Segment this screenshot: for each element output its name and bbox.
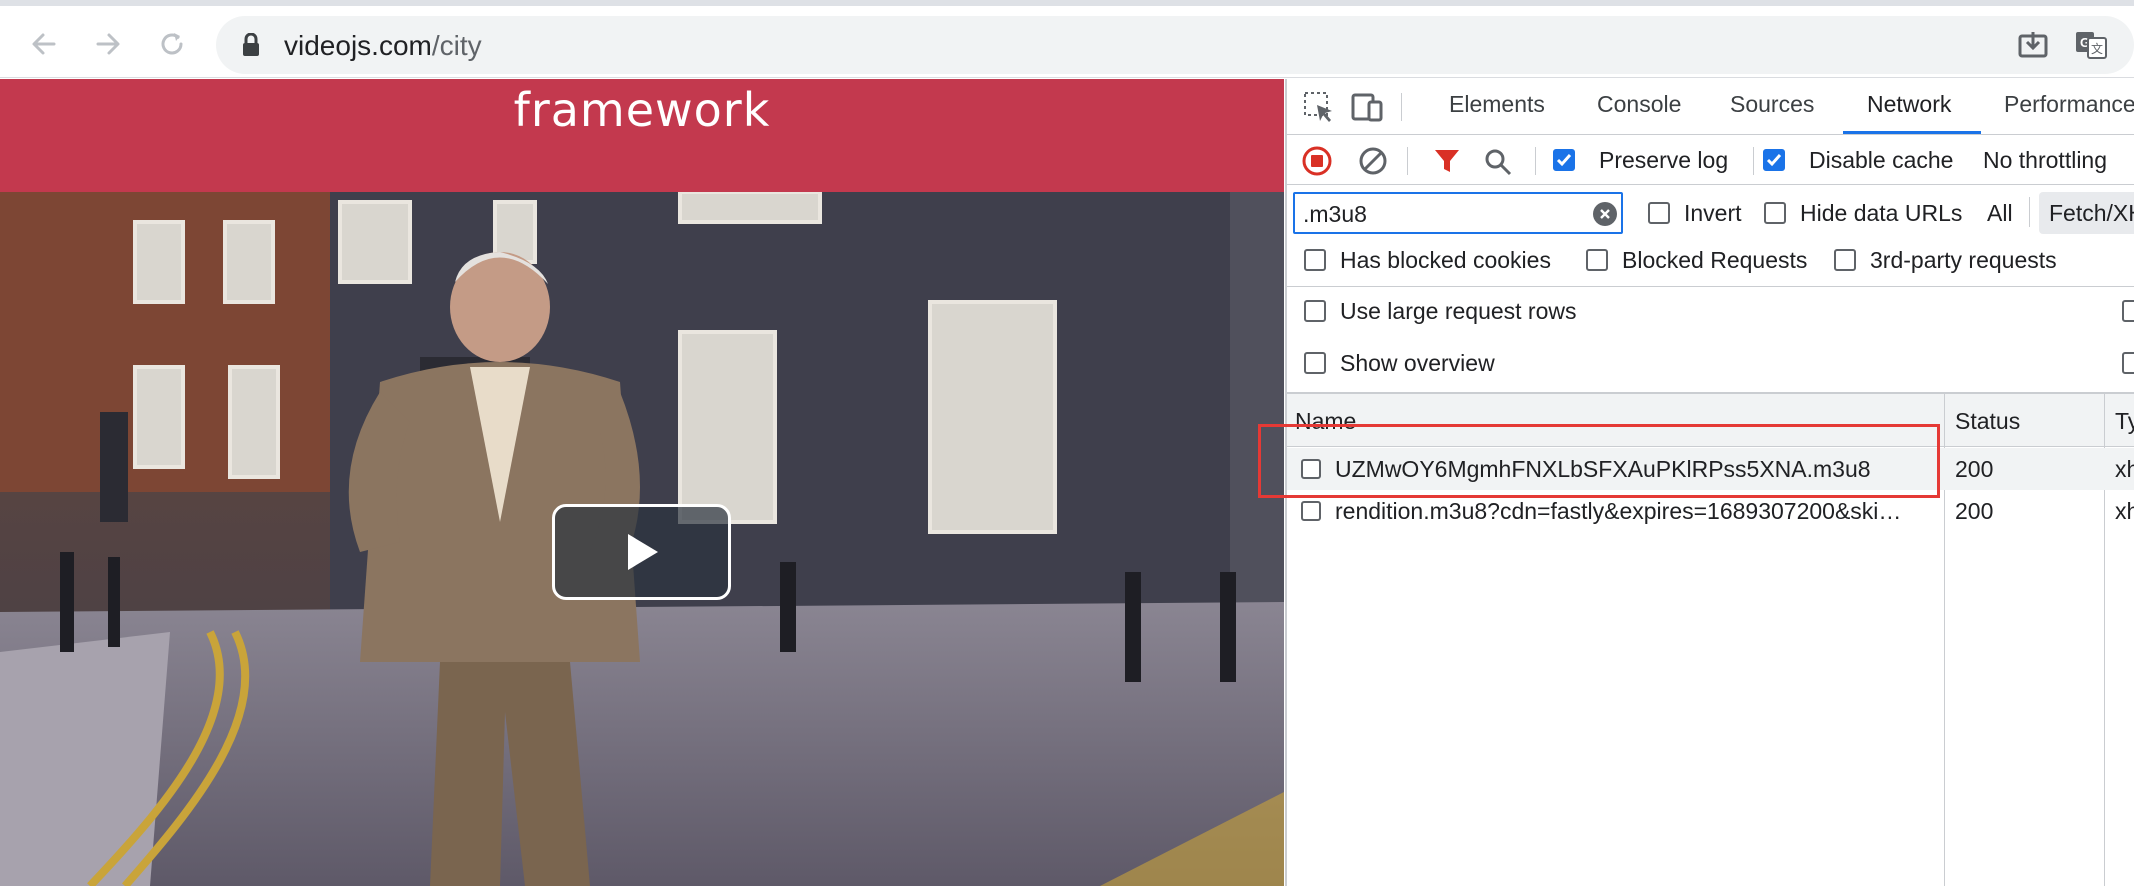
request-status: 200 (1955, 498, 1994, 524)
third-party-requests-label[interactable]: 3rd-party requests (1870, 247, 2057, 274)
options-divider (1287, 286, 2134, 287)
filter-input[interactable] (1293, 192, 1623, 234)
hide-data-urls-checkbox[interactable] (1764, 202, 1786, 224)
tab-sources[interactable]: Sources (1730, 91, 1814, 118)
address-bar[interactable]: videojs.com/city G文 (216, 16, 2134, 74)
preserve-log-checkbox[interactable] (1553, 149, 1575, 171)
filter-text-field[interactable] (1303, 201, 1583, 228)
web-page: framework (0, 79, 1284, 886)
show-overview-checkbox[interactable] (1304, 352, 1326, 374)
large-rows-label[interactable]: Use large request rows (1340, 298, 1577, 325)
column-type[interactable]: Ty (2115, 408, 2134, 435)
tab-console[interactable]: Console (1597, 91, 1681, 118)
clear-icon[interactable] (1357, 145, 1389, 182)
device-toolbar-icon[interactable] (1349, 89, 1385, 125)
blocked-requests-checkbox[interactable] (1586, 249, 1608, 271)
settings-checkbox-right-2[interactable] (2122, 352, 2134, 374)
url-path: /city (431, 30, 482, 61)
has-blocked-cookies-label[interactable]: Has blocked cookies (1340, 247, 1551, 274)
invert-label[interactable]: Invert (1684, 200, 1742, 227)
tab-performance[interactable]: Performance (2004, 91, 2134, 118)
page-banner: framework (0, 79, 1284, 192)
back-arrow-icon[interactable] (24, 24, 64, 64)
settings-checkbox-right-1[interactable] (2122, 300, 2134, 322)
active-tab-indicator (1843, 131, 1981, 134)
inspect-element-icon[interactable] (1301, 89, 1337, 125)
fetch-xhr-label: Fetch/XH (2049, 200, 2134, 226)
highlight-annotation-box (1258, 424, 1940, 498)
forward-arrow-icon[interactable] (88, 24, 128, 64)
translate-icon[interactable]: G文 (2074, 28, 2108, 62)
browser-toolbar: videojs.com/city G文 (0, 6, 2134, 78)
play-icon (627, 534, 658, 570)
search-icon[interactable] (1483, 147, 1513, 182)
banner-title: framework (513, 83, 771, 137)
filter-divider (2029, 197, 2030, 227)
toolbar-divider-2 (1535, 147, 1536, 175)
request-type: xh (2115, 498, 2134, 524)
hide-data-urls-label[interactable]: Hide data URLs (1800, 200, 1962, 227)
toolbar-divider (1407, 147, 1408, 175)
column-status[interactable]: Status (1955, 408, 2020, 435)
invert-checkbox[interactable] (1648, 202, 1670, 224)
video-player[interactable] (0, 192, 1284, 886)
network-toolbar: Preserve log Disable cache No throttling (1287, 135, 2134, 185)
tab-elements[interactable]: Elements (1449, 91, 1545, 118)
url-domain: videojs.com (284, 30, 432, 61)
third-party-requests-checkbox[interactable] (1834, 249, 1856, 271)
preserve-log-label[interactable]: Preserve log (1599, 147, 1728, 174)
large-rows-checkbox[interactable] (1304, 300, 1326, 322)
url-text[interactable]: videojs.com/city (284, 30, 482, 62)
filter-all-button[interactable]: All (1987, 200, 2013, 227)
toolbar-divider-3 (1753, 147, 1754, 175)
throttling-select[interactable]: No throttling (1983, 147, 2107, 174)
request-type: xh (2115, 456, 2134, 482)
tab-network[interactable]: Network (1867, 91, 1951, 118)
play-button[interactable] (552, 504, 731, 600)
devtools-tab-bar: Elements Console Sources Network Perform… (1287, 79, 2134, 135)
disable-cache-label[interactable]: Disable cache (1809, 147, 1953, 174)
request-status: 200 (1955, 456, 1994, 482)
disable-cache-checkbox[interactable] (1763, 149, 1785, 171)
request-name[interactable]: rendition.m3u8?cdn=fastly&expires=168930… (1335, 498, 1935, 525)
tab-divider (1401, 93, 1402, 121)
blocked-requests-label[interactable]: Blocked Requests (1622, 247, 1807, 274)
has-blocked-cookies-checkbox[interactable] (1304, 249, 1326, 271)
show-overview-label[interactable]: Show overview (1340, 350, 1495, 377)
filter-fetch-xhr-button[interactable]: Fetch/XH (2039, 192, 2134, 234)
svg-text:文: 文 (2091, 41, 2103, 56)
row-checkbox[interactable] (1301, 501, 1321, 521)
reload-icon[interactable] (152, 24, 192, 64)
install-app-icon[interactable] (2016, 28, 2050, 62)
filter-funnel-icon[interactable] (1433, 147, 1461, 180)
record-stop-icon[interactable] (1301, 145, 1333, 182)
clear-filter-icon[interactable] (1593, 202, 1617, 226)
lock-icon[interactable] (242, 32, 260, 62)
